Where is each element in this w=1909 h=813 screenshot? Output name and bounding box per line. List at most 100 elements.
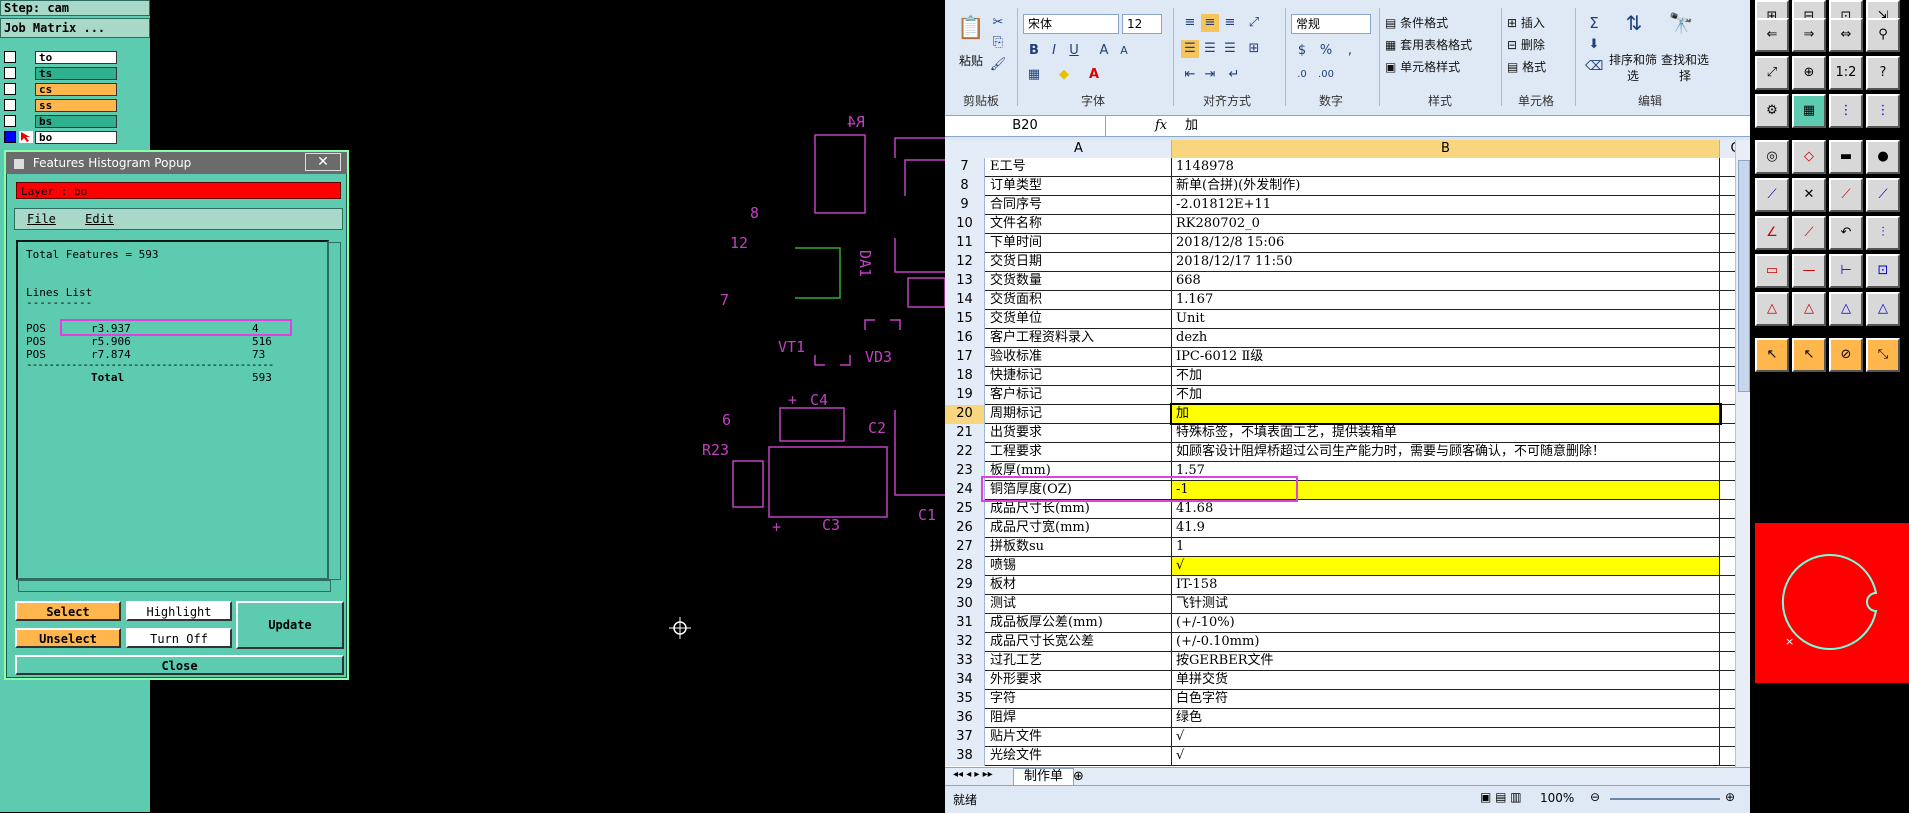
tool-icon[interactable]: ⚙: [1755, 94, 1789, 128]
cell-b[interactable]: 加: [1170, 403, 1722, 425]
table-row[interactable]: 34 外形要求 单拼交货: [945, 671, 1735, 690]
cell-b[interactable]: (+/-0.10mm): [1172, 633, 1720, 651]
row-number[interactable]: 24: [945, 481, 985, 500]
menu-file[interactable]: File: [27, 212, 56, 226]
cell-b[interactable]: √: [1172, 747, 1720, 765]
zoom-level[interactable]: 100%: [1540, 791, 1574, 805]
cell-b[interactable]: 飞针测试: [1172, 595, 1720, 613]
triangle-icon[interactable]: △: [1755, 292, 1789, 326]
align-bottom-icon[interactable]: ≡: [1221, 14, 1239, 32]
row-number[interactable]: 22: [945, 443, 985, 462]
pcb-canvas[interactable]: R4 8 12 DA1 7 VT1 VD3 C4 6 C2 R23 C3 C1 …: [650, 100, 945, 550]
table-row[interactable]: 27 拼板数su 1: [945, 538, 1735, 557]
cell-b[interactable]: 1148978: [1172, 158, 1720, 176]
table-row[interactable]: 31 成品板厚公差(mm) (+/-10%): [945, 614, 1735, 633]
align-center-icon[interactable]: ☰: [1201, 40, 1219, 58]
window-menu-icon[interactable]: [14, 158, 24, 169]
increase-indent-icon[interactable]: ⇥: [1201, 66, 1219, 84]
cell-b[interactable]: 1.167: [1172, 291, 1720, 309]
table-row[interactable]: 13 交货数量 668: [945, 272, 1735, 291]
cell-a[interactable]: 成品板厚公差(mm): [986, 614, 1172, 632]
tool-icon[interactable]: ⟋: [1866, 178, 1900, 212]
sheet-nav-icon[interactable]: ◂◂ ◂ ▸ ▸▸: [953, 769, 993, 780]
merge-cells-icon[interactable]: ⊞: [1245, 40, 1263, 58]
find-select-button[interactable]: 查找和选择: [1661, 52, 1709, 84]
paste-button[interactable]: 粘贴: [959, 52, 983, 69]
cell-a[interactable]: 合同序号: [986, 196, 1172, 214]
cell-b[interactable]: IT-158: [1172, 576, 1720, 594]
scale-icon[interactable]: 1:2: [1829, 56, 1863, 90]
cell-a[interactable]: 快捷标记: [986, 367, 1172, 385]
align-middle-icon[interactable]: ≡: [1201, 14, 1219, 32]
cell-b[interactable]: 不加: [1172, 367, 1720, 385]
wrap-text-icon[interactable]: ↵: [1225, 66, 1243, 84]
table-format-button[interactable]: ▦ 套用表格格式: [1385, 36, 1472, 53]
table-row[interactable]: 8 订单类型 新单(合拼)(外发制作): [945, 177, 1735, 196]
table-row[interactable]: 11 下单时间 2018/12/8 15:06: [945, 234, 1735, 253]
increase-font-icon[interactable]: A: [1095, 42, 1113, 60]
tool-icon[interactable]: ⤡: [1866, 338, 1900, 372]
row-number[interactable]: 26: [945, 519, 985, 538]
cell-b[interactable]: dezh: [1172, 329, 1720, 347]
cell-b[interactable]: 41.9: [1172, 519, 1720, 537]
cell-a[interactable]: 文件名称: [986, 215, 1172, 233]
cell-b[interactable]: 按GERBER文件: [1172, 652, 1720, 670]
cut-icon[interactable]: ✂: [989, 14, 1007, 32]
cell-b[interactable]: 特殊标签，不填表面工艺，提供装箱单: [1172, 424, 1720, 442]
sort-filter-icon[interactable]: ⇅: [1620, 13, 1648, 42]
underline-icon[interactable]: U: [1065, 42, 1083, 60]
name-box[interactable]: B20: [945, 116, 1106, 136]
percent-icon[interactable]: %: [1317, 42, 1335, 60]
grid-icon[interactable]: ▦: [1792, 94, 1826, 128]
cell-a[interactable]: 板材: [986, 576, 1172, 594]
row-number[interactable]: 38: [945, 747, 985, 766]
cell-b[interactable]: 单拼交货: [1172, 671, 1720, 689]
font-name-select[interactable]: 宋体: [1023, 14, 1119, 34]
cell-a[interactable]: 客户工程资料录入: [986, 329, 1172, 347]
font-color-icon[interactable]: A: [1085, 66, 1103, 84]
cell-a[interactable]: 下单时间: [986, 234, 1172, 252]
fit-icon[interactable]: ⤢: [1755, 56, 1789, 90]
job-matrix-button[interactable]: Job Matrix ...: [0, 18, 150, 38]
tool-icon[interactable]: ⊢: [1829, 254, 1863, 288]
table-row[interactable]: 38 光绘文件 √: [945, 747, 1735, 766]
clear-icon[interactable]: ⌫: [1585, 58, 1603, 76]
table-row[interactable]: 35 字符 白色字符: [945, 690, 1735, 709]
checkbox-icon[interactable]: [4, 83, 16, 95]
cell-b[interactable]: 白色字符: [1172, 690, 1720, 708]
checkbox-icon[interactable]: [4, 115, 16, 127]
cell-b[interactable]: 2018/12/8 15:06: [1172, 234, 1720, 252]
tool-icon[interactable]: ⫶: [1866, 216, 1900, 250]
row-number[interactable]: 16: [945, 329, 985, 348]
tool-icon[interactable]: ⊘: [1829, 338, 1863, 372]
borders-icon[interactable]: ▦: [1025, 66, 1043, 84]
column-b-header[interactable]: B: [1172, 140, 1720, 158]
table-row[interactable]: 7 E工号 1148978: [945, 158, 1735, 177]
table-row[interactable]: 33 过孔工艺 按GERBER文件: [945, 652, 1735, 671]
autosum-icon[interactable]: Σ: [1585, 14, 1603, 32]
turn-off-button[interactable]: Turn Off: [126, 628, 232, 648]
update-button[interactable]: Update: [236, 601, 344, 649]
row-number[interactable]: 21: [945, 424, 985, 443]
cell-a[interactable]: 交货数量: [986, 272, 1172, 290]
table-row[interactable]: 20 周期标记加: [945, 403, 1735, 425]
cell-b[interactable]: -2.01812E+11: [1172, 196, 1720, 214]
cross-icon[interactable]: ✕: [1792, 178, 1826, 212]
table-row[interactable]: 30 测试 飞针测试: [945, 595, 1735, 614]
cell-b[interactable]: 1: [1172, 538, 1720, 556]
row-number[interactable]: 13: [945, 272, 985, 291]
decrease-decimal-icon[interactable]: .00: [1317, 66, 1335, 84]
table-row[interactable]: 25 成品尺寸长(mm) 41.68: [945, 500, 1735, 519]
cell-b[interactable]: 41.68: [1172, 500, 1720, 518]
cell-a[interactable]: 验收标准: [986, 348, 1172, 366]
drill-icon[interactable]: ◎: [1755, 140, 1789, 174]
table-row[interactable]: 37 贴片文件 √: [945, 728, 1735, 747]
find-select-icon[interactable]: 🔭: [1667, 13, 1695, 42]
table-row[interactable]: 36 阻焊 绿色: [945, 709, 1735, 728]
layer-row-ss[interactable]: ss: [4, 98, 117, 112]
row-number[interactable]: 25: [945, 500, 985, 519]
cell-a[interactable]: 出货要求: [986, 424, 1172, 442]
tool-icon[interactable]: ⚲: [1866, 18, 1900, 52]
tool-icon[interactable]: ⊡: [1866, 254, 1900, 288]
help-icon[interactable]: ?: [1866, 56, 1900, 90]
